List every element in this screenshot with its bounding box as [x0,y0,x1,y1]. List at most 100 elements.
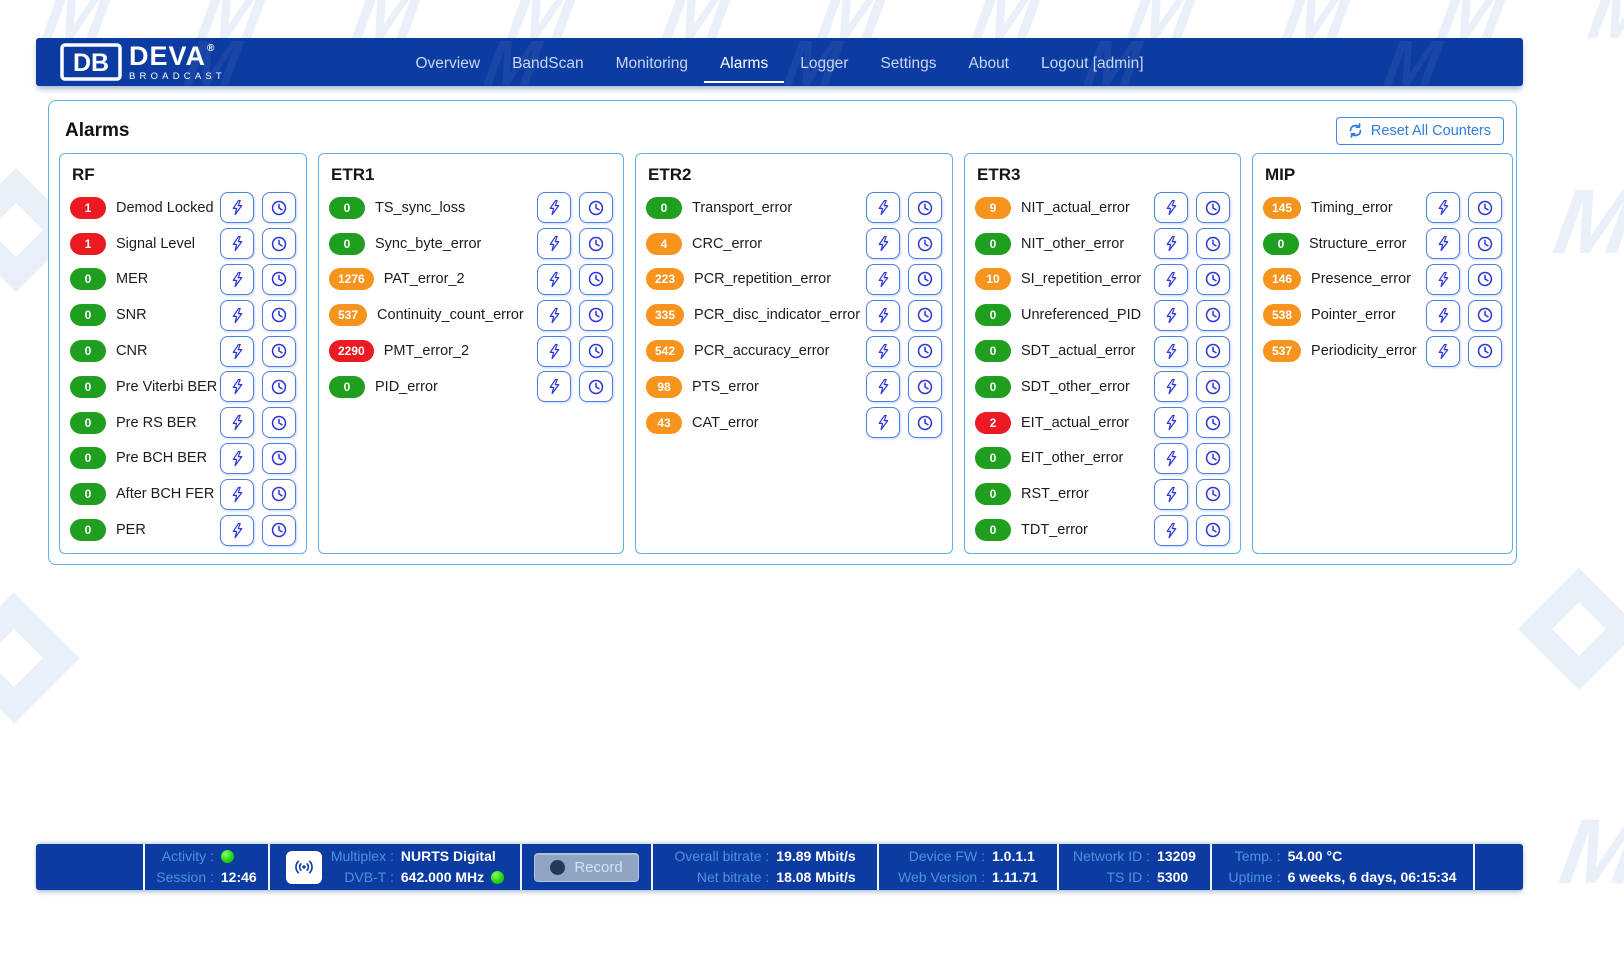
alarm-trigger-button[interactable] [1154,264,1188,295]
alarm-label: Sync_byte_error [375,236,481,252]
alarm-history-button[interactable] [1196,443,1230,474]
reset-all-counters-button[interactable]: Reset All Counters [1336,117,1504,145]
alarm-history-button[interactable] [579,371,613,402]
alarm-history-button[interactable] [262,264,296,295]
alarm-label: PER [116,522,146,538]
alarm-trigger-button[interactable] [1154,192,1188,223]
alarm-trigger-button[interactable] [537,371,571,402]
alarm-trigger-button[interactable] [866,192,900,223]
alarm-trigger-button[interactable] [866,371,900,402]
nav-item-alarms[interactable]: Alarms [704,41,784,83]
lightning-icon [1163,413,1180,432]
alarm-history-button[interactable] [262,407,296,438]
alarm-trigger-button[interactable] [220,515,254,546]
alarm-history-button[interactable] [579,336,613,367]
alarm-trigger-button[interactable] [866,407,900,438]
alarm-history-button[interactable] [579,192,613,223]
alarm-trigger-button[interactable] [220,228,254,259]
record-button[interactable]: Record [534,853,638,882]
alarm-trigger-button[interactable] [537,264,571,295]
alarm-history-button[interactable] [1468,228,1502,259]
alarm-trigger-button[interactable] [866,228,900,259]
alarm-history-button[interactable] [1196,479,1230,510]
alarm-history-button[interactable] [908,264,942,295]
alarm-trigger-button[interactable] [866,300,900,331]
alarm-trigger-button[interactable] [537,228,571,259]
nav-item-about[interactable]: About [952,41,1025,83]
alarm-history-button[interactable] [908,336,942,367]
web-version-value: 1.11.71 [992,867,1038,888]
alarm-history-button[interactable] [262,192,296,223]
alarm-trigger-button[interactable] [537,300,571,331]
alarm-label: After BCH FER [116,486,214,502]
alarm-trigger-button[interactable] [1426,228,1460,259]
alarm-trigger-button[interactable] [537,192,571,223]
nav-item-logout-admin[interactable]: Logout [admin] [1025,41,1160,83]
alarm-history-button[interactable] [579,228,613,259]
alarm-trigger-button[interactable] [1154,228,1188,259]
nav-item-logger[interactable]: Logger [784,41,864,83]
nav-item-monitoring[interactable]: Monitoring [600,41,704,83]
alarm-trigger-button[interactable] [1154,407,1188,438]
nav-item-settings[interactable]: Settings [864,41,952,83]
alarm-history-button[interactable] [1468,264,1502,295]
lightning-icon [546,270,563,289]
alarm-history-button[interactable] [1468,300,1502,331]
alarm-history-button[interactable] [1196,264,1230,295]
alarm-trigger-button[interactable] [1154,515,1188,546]
temp-value: 54.00 °C [1288,846,1457,867]
alarm-history-button[interactable] [908,371,942,402]
alarm-history-button[interactable] [1468,192,1502,223]
alarm-trigger-button[interactable] [866,264,900,295]
alarm-trigger-button[interactable] [1426,336,1460,367]
alarm-trigger-button[interactable] [1154,443,1188,474]
alarm-trigger-button[interactable] [1154,336,1188,367]
alarm-history-button[interactable] [908,228,942,259]
alarm-history-button[interactable] [262,228,296,259]
alarm-history-button[interactable] [262,443,296,474]
alarm-history-button[interactable] [1196,228,1230,259]
alarm-history-button[interactable] [262,300,296,331]
alarm-history-button[interactable] [262,515,296,546]
alarm-history-button[interactable] [579,264,613,295]
clock-icon [1476,306,1494,324]
alarm-trigger-button[interactable] [220,336,254,367]
alarm-trigger-button[interactable] [1426,300,1460,331]
alarm-history-button[interactable] [1196,407,1230,438]
alarm-history-button[interactable] [262,336,296,367]
alarm-history-button[interactable] [1196,192,1230,223]
alarm-history-button[interactable] [1196,300,1230,331]
alarm-history-button[interactable] [908,192,942,223]
alarm-trigger-button[interactable] [220,264,254,295]
nav-item-overview[interactable]: Overview [399,41,496,83]
alarm-label: Demod Locked [116,200,214,216]
alarm-history-button[interactable] [908,407,942,438]
alarm-trigger-button[interactable] [537,336,571,367]
alarm-history-button[interactable] [262,371,296,402]
alarm-row: 0 RST_error [975,476,1230,512]
alarm-trigger-button[interactable] [220,407,254,438]
alarm-trigger-button[interactable] [1426,264,1460,295]
alarm-history-button[interactable] [1468,336,1502,367]
alarm-trigger-button[interactable] [220,479,254,510]
alarm-trigger-button[interactable] [866,336,900,367]
clock-icon [1204,342,1222,360]
alarm-history-button[interactable] [908,300,942,331]
nav-item-bandscan[interactable]: BandScan [496,41,600,83]
lightning-icon [875,377,892,396]
alarm-trigger-button[interactable] [220,443,254,474]
alarm-history-button[interactable] [262,479,296,510]
alarm-trigger-button[interactable] [220,192,254,223]
alarm-trigger-button[interactable] [220,371,254,402]
alarm-history-button[interactable] [1196,371,1230,402]
alarm-trigger-button[interactable] [1426,192,1460,223]
alarm-trigger-button[interactable] [1154,371,1188,402]
lightning-icon [546,377,563,396]
alarm-trigger-button[interactable] [1154,300,1188,331]
alarm-trigger-button[interactable] [1154,479,1188,510]
clock-icon [916,378,934,396]
alarm-history-button[interactable] [1196,515,1230,546]
alarm-history-button[interactable] [1196,336,1230,367]
alarm-trigger-button[interactable] [220,300,254,331]
alarm-history-button[interactable] [579,300,613,331]
